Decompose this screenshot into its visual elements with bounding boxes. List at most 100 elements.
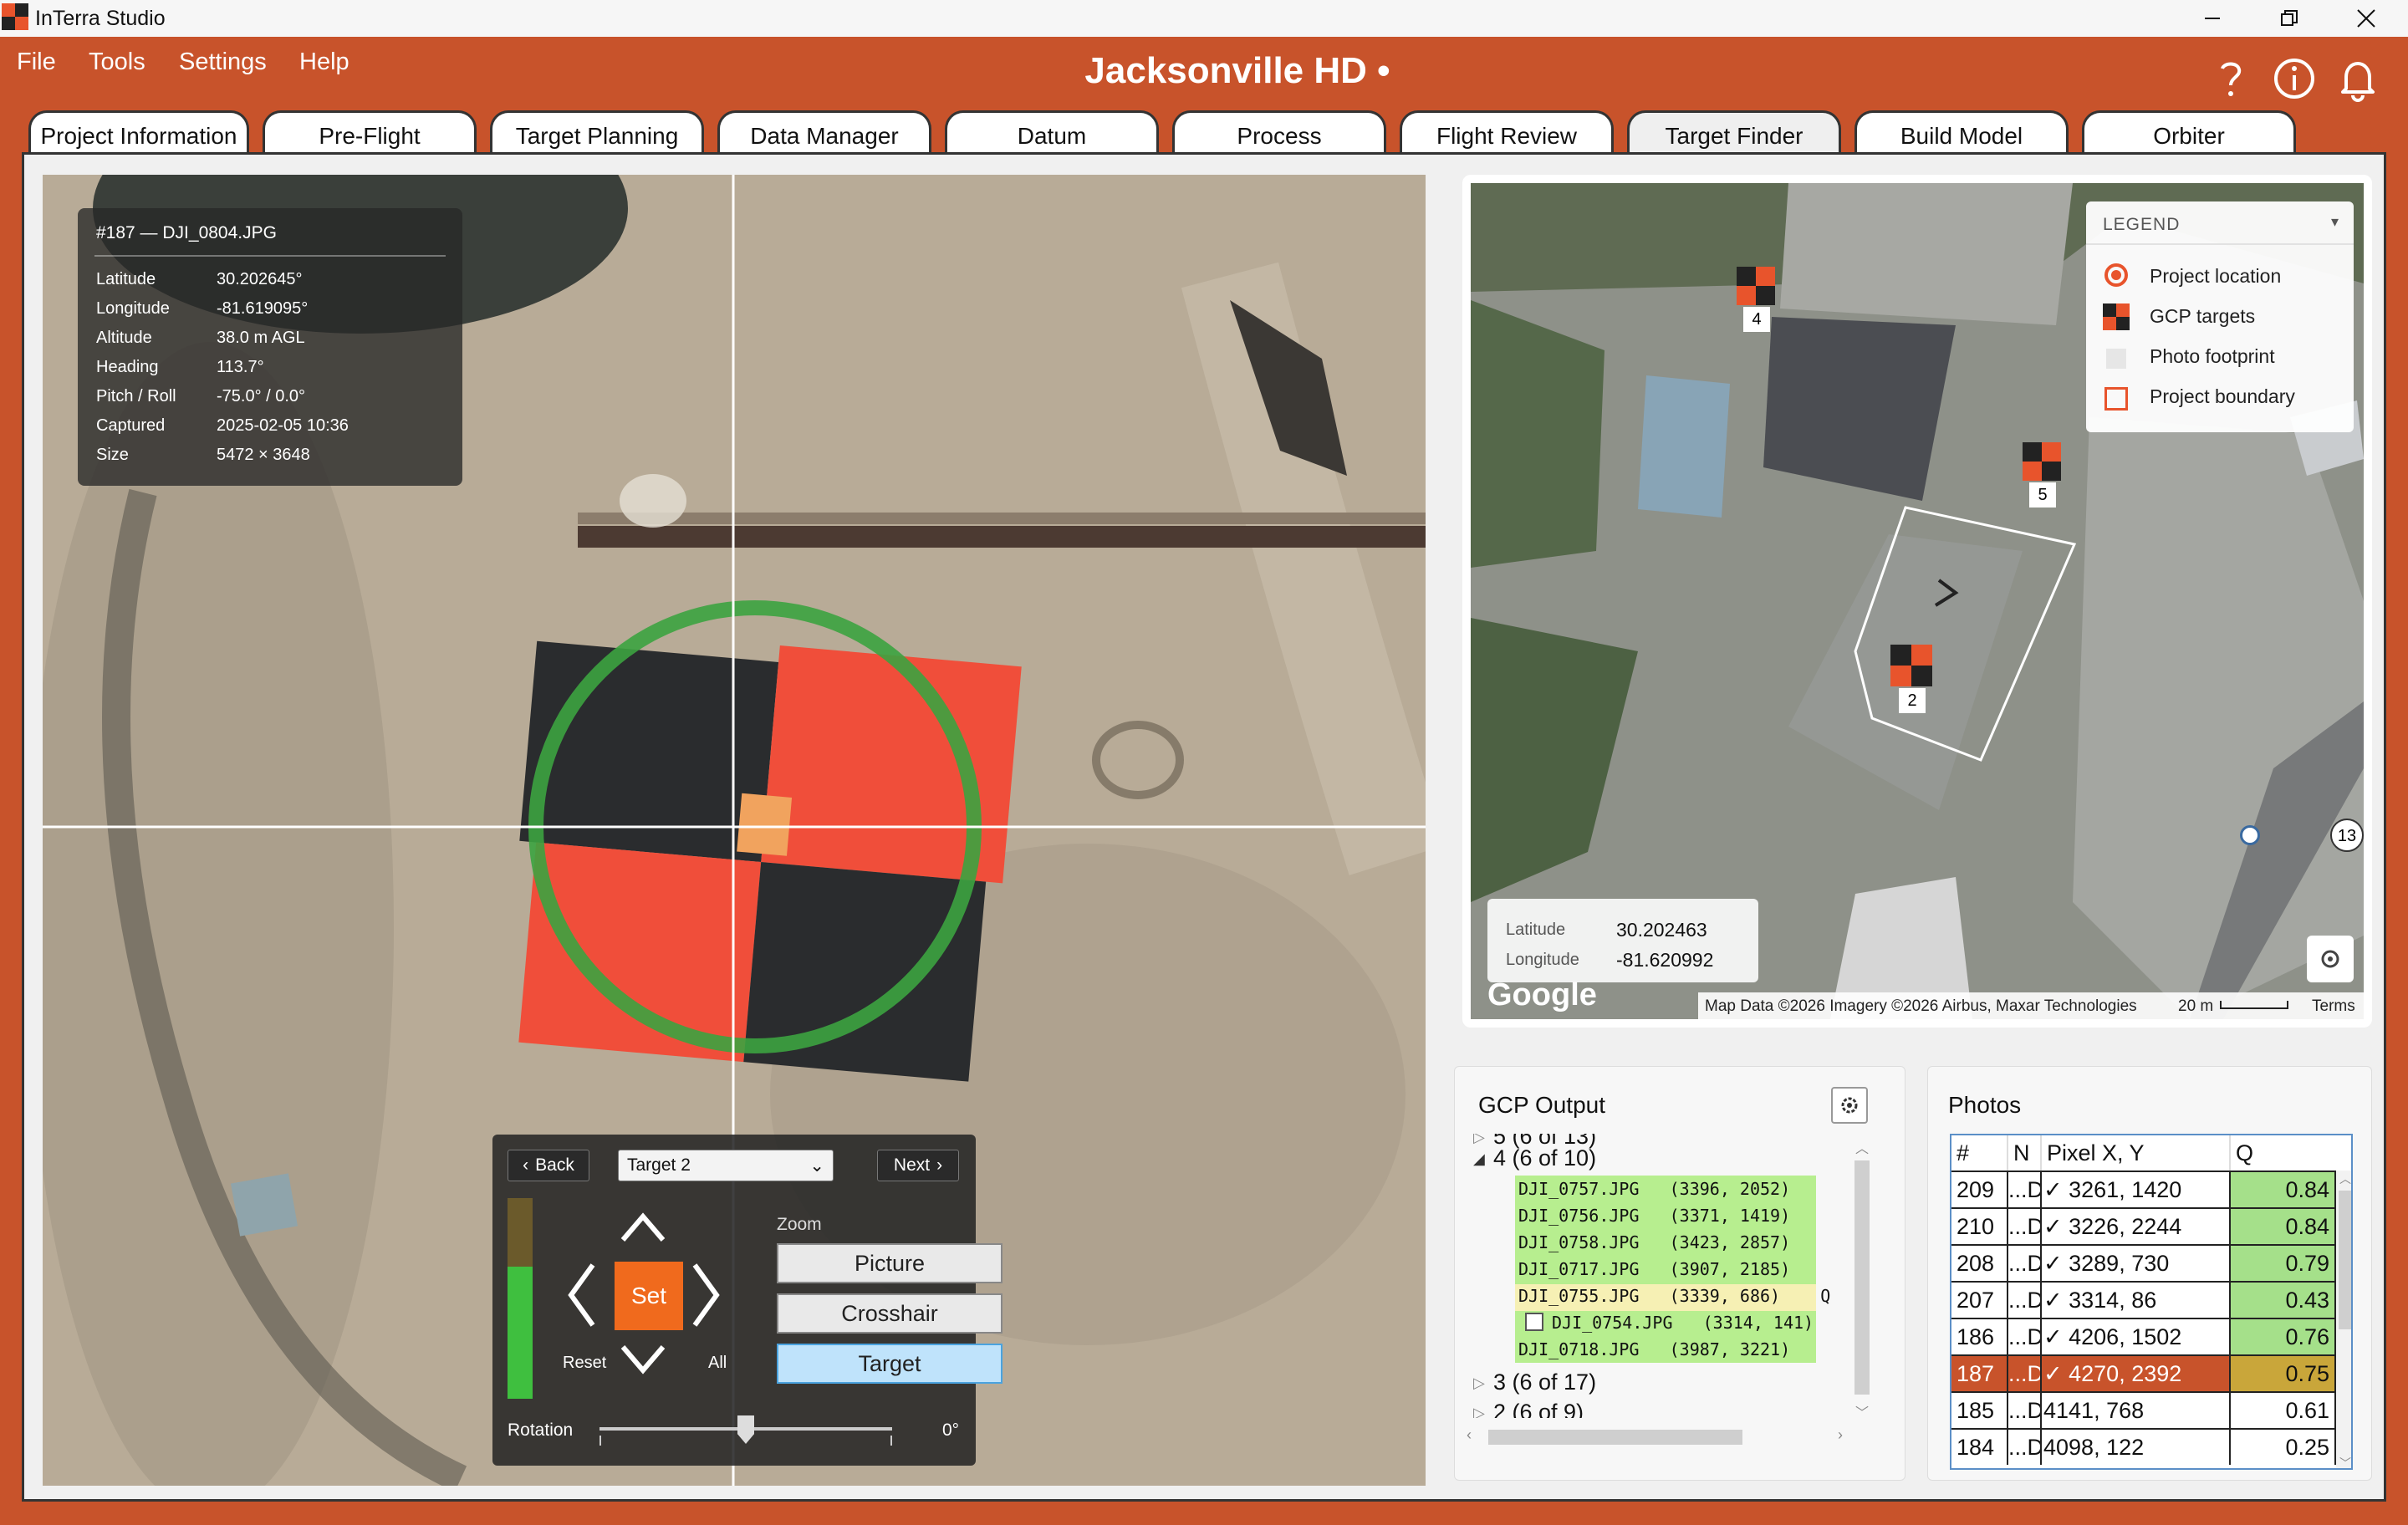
gcp-target-icon	[2103, 303, 2130, 330]
zoom-picture-button[interactable]: Picture	[777, 1243, 1002, 1283]
table-row[interactable]: 207 ...D ✓ 3314, 86 0.43	[1951, 1281, 2336, 1318]
help-icon[interactable]	[2207, 55, 2254, 102]
legend-photo-footprint: Photo footprint	[2150, 345, 2275, 367]
tree-node-2[interactable]: 2 (6 of 9)	[1493, 1400, 1584, 1418]
cell-quality: 0.84	[2231, 1172, 2336, 1207]
arrow-right-icon[interactable]	[690, 1262, 723, 1329]
arrow-down-icon[interactable]	[618, 1344, 668, 1377]
tree-file[interactable]: DJI_0757.JPG (3396, 2052)	[1518, 1179, 1790, 1199]
reset-button[interactable]: Reset	[563, 1354, 606, 1373]
table-row[interactable]: 208 ...D ✓ 3289, 730 0.79	[1951, 1244, 2336, 1281]
tree-node-3[interactable]: 3 (6 of 17)	[1493, 1369, 1596, 1395]
scroll-down-icon[interactable]: ﹀	[2339, 1455, 2351, 1468]
tab-flight-review[interactable]: Flight Review	[1400, 110, 1614, 157]
cell-n: ...D	[2008, 1393, 2042, 1428]
collapse-icon[interactable]: ◢	[1473, 1150, 1485, 1168]
arrow-left-icon[interactable]	[564, 1262, 598, 1329]
table-row[interactable]: 186 ...D ✓ 4206, 1502 0.76	[1951, 1318, 2336, 1354]
column-header-number[interactable]: #	[1951, 1135, 2008, 1171]
tab-process[interactable]: Process	[1172, 110, 1386, 157]
minimize-button[interactable]	[2174, 0, 2251, 37]
scrollbar-thumb[interactable]	[1854, 1160, 1870, 1395]
scrollbar-thumb[interactable]	[2339, 1191, 2351, 1329]
cell-n: ...D	[2008, 1319, 2042, 1354]
app-header: File Tools Settings Help Jacksonville HD…	[0, 37, 2408, 120]
arrow-up-icon[interactable]	[618, 1210, 668, 1243]
info-icon[interactable]	[2271, 55, 2318, 102]
tree-file[interactable]: DJI_0718.JPG (3987, 3221)	[1518, 1339, 1790, 1359]
scroll-up-icon[interactable]: ︿	[2339, 1171, 2351, 1187]
tree-file[interactable]: DJI_0717.JPG (3907, 2185)	[1518, 1259, 1790, 1279]
photo-viewer[interactable]: #187 — DJI_0804.JPG Latitude 30.202645° L…	[43, 175, 1426, 1486]
expand-icon[interactable]: ▷	[1473, 1405, 1485, 1418]
bell-icon[interactable]	[2334, 55, 2381, 102]
tree-file[interactable]: DJI_0754.JPG (3314, 141)	[1552, 1313, 1814, 1333]
menu-settings[interactable]: Settings	[179, 48, 267, 76]
column-header-quality[interactable]: Q	[2231, 1135, 2336, 1171]
satellite-map[interactable]: 4 5 2 13 LEGEND ▾ Project location GCP t…	[1471, 183, 2364, 1019]
target-select[interactable]: Target 2 ⌄	[618, 1150, 834, 1181]
table-row-selected[interactable]: 187 ...D ✓ 4270, 2392 0.75	[1951, 1354, 2336, 1391]
scroll-left-icon[interactable]: ‹	[1467, 1426, 1472, 1444]
tree-file[interactable]: DJI_0755.JPG (3339, 686) Q	[1518, 1286, 1830, 1306]
tab-data-manager[interactable]: Data Manager	[717, 110, 931, 157]
gcp-marker-2[interactable]: 2	[1890, 645, 1932, 715]
gcp-settings-button[interactable]	[1831, 1087, 1868, 1124]
meta-value: -81.619095°	[217, 299, 309, 318]
map-terms-link[interactable]: Terms	[2312, 997, 2355, 1016]
tab-build-model[interactable]: Build Model	[1854, 110, 2069, 157]
meta-key: Pitch / Roll	[96, 387, 176, 405]
photos-scrollbar[interactable]: ︿ ﹀	[2336, 1171, 2351, 1468]
google-logo: Google	[1487, 977, 1597, 1012]
expand-icon[interactable]: ▷	[1473, 1375, 1485, 1392]
tree-file[interactable]: DJI_0758.JPG (3423, 2857)	[1518, 1232, 1790, 1252]
column-header-pixel[interactable]: Pixel X, Y	[2042, 1135, 2231, 1171]
gear-icon	[1841, 1097, 1858, 1114]
back-button[interactable]: ‹ Back	[508, 1150, 589, 1181]
tree-file[interactable]: DJI_0756.JPG (3371, 1419)	[1518, 1206, 1790, 1226]
legend-project-location: Project location	[2150, 265, 2282, 287]
gcp-vertical-scrollbar[interactable]: ︿ ﹀	[1853, 1137, 1871, 1421]
gcp-horizontal-scrollbar[interactable]: ‹ ›	[1465, 1426, 1858, 1446]
table-row[interactable]: 210 ...D ✓ 3226, 2244 0.84	[1951, 1207, 2336, 1244]
cell-n: ...D	[2008, 1246, 2042, 1281]
next-button[interactable]: Next ›	[877, 1150, 959, 1181]
scroll-up-icon[interactable]: ︿	[1855, 1137, 1869, 1157]
expand-icon[interactable]: ▷	[1473, 1134, 1485, 1146]
menu-tools[interactable]: Tools	[89, 48, 145, 76]
cell-pixel: ✓ 3314, 86	[2042, 1283, 2231, 1318]
table-row[interactable]: 185 ...D 4141, 768 0.61	[1951, 1391, 2336, 1428]
project-location-icon	[2104, 263, 2128, 287]
restore-button[interactable]	[2251, 0, 2328, 37]
zoom-crosshair-button[interactable]: Crosshair	[777, 1293, 1002, 1334]
table-row[interactable]: 209 ...D ✓ 3261, 1420 0.84	[1951, 1171, 2336, 1207]
tab-project-information[interactable]: Project Information	[28, 110, 249, 157]
tab-datum[interactable]: Datum	[945, 110, 1159, 157]
transit-stop-icon	[2240, 825, 2260, 845]
legend-collapse-icon[interactable]: ▾	[2331, 213, 2339, 231]
menu-help[interactable]: Help	[299, 48, 349, 76]
gcp-marker-13[interactable]: 13	[2330, 819, 2364, 852]
scrollbar-thumb[interactable]	[1488, 1430, 1742, 1445]
tab-target-finder[interactable]: Target Finder	[1627, 110, 1841, 157]
map-settings-button[interactable]	[2307, 936, 2354, 982]
zoom-target-button[interactable]: Target	[777, 1344, 1002, 1384]
menu-file[interactable]: File	[17, 48, 56, 76]
table-row[interactable]: 184 ...D 4098, 122 0.25	[1951, 1428, 2336, 1465]
map-panel: 4 5 2 13 LEGEND ▾ Project location GCP t…	[1462, 175, 2372, 1028]
all-button[interactable]: All	[708, 1354, 727, 1373]
zoom-label: Zoom	[777, 1215, 822, 1234]
tab-target-planning[interactable]: Target Planning	[490, 110, 704, 157]
scroll-down-icon[interactable]: ﹀	[1855, 1401, 1869, 1421]
set-button[interactable]: Set	[615, 1262, 683, 1330]
column-header-n[interactable]: N	[2008, 1135, 2042, 1171]
chevron-left-icon: ‹	[523, 1155, 529, 1175]
tree-node-4[interactable]: 4 (6 of 10)	[1493, 1145, 1596, 1171]
tab-pre-flight[interactable]: Pre-Flight	[263, 110, 477, 157]
gcp-marker-5[interactable]: 5	[2023, 442, 2061, 509]
scroll-right-icon[interactable]: ›	[1838, 1426, 1843, 1444]
gcp-marker-4[interactable]: 4	[1737, 267, 1775, 334]
close-button[interactable]	[2328, 0, 2405, 37]
tab-orbiter[interactable]: Orbiter	[2082, 110, 2296, 157]
file-checkbox[interactable]	[1525, 1313, 1543, 1331]
